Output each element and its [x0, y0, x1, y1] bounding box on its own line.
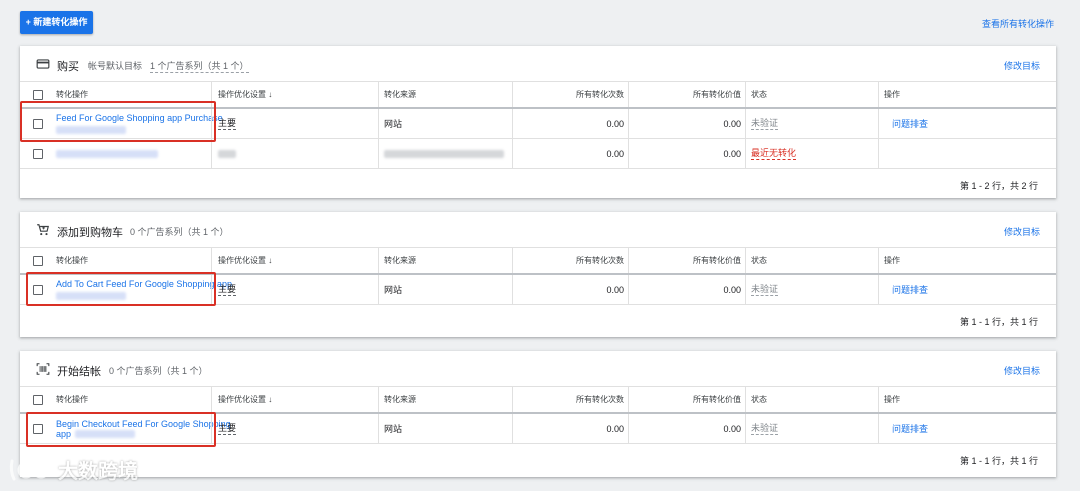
status-badge: 未验证 [751, 117, 779, 130]
redacted-text [56, 149, 158, 158]
all-conv-value: 0.00 [606, 118, 624, 129]
status-badge: 未验证 [751, 422, 779, 435]
watermark-text: 大数跨境 [58, 461, 138, 483]
section-header: 购买 帐号默认目标 1 个广告系列（共 1 个） 修改目标 [20, 46, 1056, 82]
col-all-value[interactable]: 所有转化价值 [628, 82, 741, 107]
begin-checkout-section: 开始结帐 0 个广告系列（共 1 个） 修改目标 转化操作 操作优化设置 ↓ 转… [20, 351, 1056, 477]
col-all-conv[interactable]: 所有转化次数 [512, 82, 624, 107]
troubleshoot-link[interactable]: 问题排查 [892, 109, 928, 138]
col-name[interactable]: 转化操作 [56, 82, 88, 107]
add-to-cart-section: 添加到购物车 0 个广告系列（共 1 个） 修改目标 转化操作 操作优化设置 ↓… [20, 212, 1056, 337]
col-all-conv[interactable]: 所有转化次数 [512, 248, 624, 273]
select-all-checkbox[interactable] [33, 89, 43, 100]
troubleshoot-link[interactable]: 问题排查 [892, 275, 928, 304]
col-source[interactable]: 转化来源 [384, 82, 416, 107]
table-header: 转化操作 操作优化设置 ↓ 转化来源 所有转化次数 所有转化价值 状态 操作 [20, 248, 1056, 275]
troubleshoot-link[interactable]: 问题排查 [892, 414, 928, 443]
row-checkbox[interactable] [33, 284, 43, 295]
credit-card-icon [36, 59, 50, 69]
table-footer: 第 1 - 1 行，共 1 行 [20, 305, 1056, 335]
row-checkbox[interactable] [33, 423, 43, 434]
section-title: 购买 [57, 61, 79, 73]
source-value: 网站 [384, 119, 403, 129]
pagination-label: 第 1 - 1 行，共 1 行 [959, 456, 1038, 466]
status-badge: 最近无转化 [751, 147, 797, 160]
row-checkbox[interactable] [33, 118, 43, 129]
conversion-name-link[interactable]: Add To Cart Feed For Google Shopping app [56, 279, 232, 289]
barcode-icon [36, 363, 50, 375]
section-header: 添加到购物车 0 个广告系列（共 1 个） 修改目标 [20, 212, 1056, 248]
col-source[interactable]: 转化来源 [384, 248, 416, 273]
section-title: 添加到购物车 [57, 227, 123, 239]
status-badge: 未验证 [751, 283, 779, 296]
watermark-logo-icon [9, 459, 50, 480]
cart-icon [37, 224, 49, 236]
new-conversion-button[interactable]: + 新建转化操作 [20, 11, 93, 34]
all-value-value: 0.00 [723, 118, 741, 129]
edit-goal-link[interactable]: 修改目标 [1004, 59, 1040, 72]
table-row: Add To Cart Feed For Google Shopping app… [20, 275, 1056, 305]
purchase-section: 购买 帐号默认目标 1 个广告系列（共 1 个） 修改目标 转化操作 操作优化设… [20, 46, 1056, 198]
edit-goal-link[interactable]: 修改目标 [1004, 225, 1040, 238]
optimization-value: 主要 [218, 283, 237, 296]
redacted-text [56, 292, 126, 300]
redacted-text [384, 149, 504, 158]
col-name[interactable]: 转化操作 [56, 387, 88, 412]
campaign-count: 0 个广告系列（共 1 个） [130, 227, 229, 237]
conversion-name-link[interactable]: Feed For Google Shopping app Purchase [56, 113, 223, 123]
col-source[interactable]: 转化来源 [384, 387, 416, 412]
redacted-text [56, 126, 126, 134]
table-footer: 第 1 - 1 行，共 1 行 [20, 444, 1056, 474]
table-header: 转化操作 操作优化设置 ↓ 转化来源 所有转化次数 所有转化价值 状态 操作 [20, 387, 1056, 414]
view-all-conversions-link[interactable]: 查看所有转化操作 [982, 17, 1054, 30]
row-checkbox[interactable] [33, 148, 43, 159]
all-value-value: 0.00 [723, 148, 741, 159]
table-row: 0.00 0.00 最近无转化 [20, 139, 1056, 169]
select-all-checkbox[interactable] [33, 255, 43, 266]
pagination-label: 第 1 - 2 行，共 2 行 [959, 181, 1038, 191]
campaign-count[interactable]: 1 个广告系列（共 1 个） [150, 59, 249, 73]
source-value: 网站 [384, 285, 403, 295]
col-status[interactable]: 状态 [751, 248, 767, 273]
col-actions: 操作 [884, 395, 900, 404]
col-optimization[interactable]: 操作优化设置 ↓ [218, 82, 272, 107]
conversion-name-link[interactable]: Begin Checkout Feed For Google Shopping [56, 419, 231, 429]
table-row: Feed For Google Shopping app Purchase 主要… [20, 109, 1056, 139]
all-conv-value: 0.00 [606, 148, 624, 159]
source-value: 网站 [384, 424, 403, 434]
section-title: 开始结帐 [57, 366, 101, 378]
redacted-text [75, 429, 136, 438]
col-all-conv[interactable]: 所有转化次数 [512, 387, 624, 412]
col-all-value[interactable]: 所有转化价值 [628, 387, 741, 412]
all-value-value: 0.00 [723, 423, 741, 434]
table-footer: 第 1 - 2 行，共 2 行 [20, 169, 1056, 199]
all-value-value: 0.00 [723, 284, 741, 295]
col-all-value[interactable]: 所有转化价值 [628, 248, 741, 273]
all-conv-value: 0.00 [606, 284, 624, 295]
redacted-text [218, 149, 236, 158]
watermark: 大数跨境 [8, 455, 138, 484]
col-status[interactable]: 状态 [751, 82, 767, 107]
campaign-count: 0 个广告系列（共 1 个） [109, 366, 208, 376]
optimization-value: 主要 [218, 117, 237, 130]
table-row: Begin Checkout Feed For Google Shopping … [20, 414, 1056, 444]
section-header: 开始结帐 0 个广告系列（共 1 个） 修改目标 [20, 351, 1056, 387]
pagination-label: 第 1 - 1 行，共 1 行 [959, 317, 1038, 327]
col-actions: 操作 [884, 256, 900, 265]
edit-goal-link[interactable]: 修改目标 [1004, 364, 1040, 377]
col-optimization[interactable]: 操作优化设置 ↓ [218, 248, 272, 273]
conversion-name-link-cont[interactable]: app [56, 429, 71, 439]
all-conv-value: 0.00 [606, 423, 624, 434]
col-actions: 操作 [884, 90, 900, 99]
table-header: 转化操作 操作优化设置 ↓ 转化来源 所有转化次数 所有转化价值 状态 操作 [20, 82, 1056, 109]
optimization-value: 主要 [218, 422, 237, 435]
select-all-checkbox[interactable] [33, 394, 43, 405]
col-optimization[interactable]: 操作优化设置 ↓ [218, 387, 272, 412]
col-status[interactable]: 状态 [751, 387, 767, 412]
col-name[interactable]: 转化操作 [56, 248, 88, 273]
goal-default-label: 帐号默认目标 [88, 61, 143, 71]
